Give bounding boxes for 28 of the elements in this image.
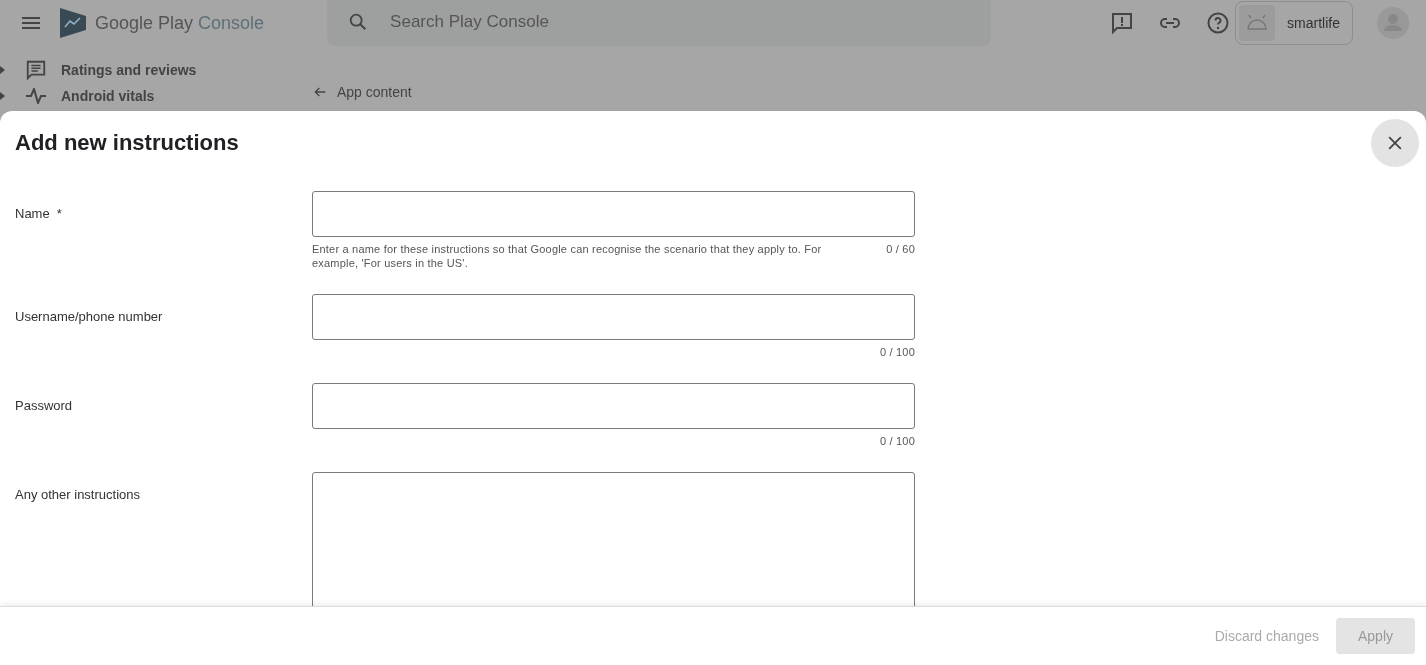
close-button[interactable]	[1371, 119, 1419, 167]
android-icon	[1239, 5, 1276, 41]
account-switcher[interactable]: smartlife	[1235, 1, 1353, 45]
help-icon[interactable]	[1206, 11, 1231, 35]
logo-icon	[59, 7, 87, 39]
sidebar-item[interactable]: Android vitals	[0, 84, 197, 108]
brand-name: Google Play	[95, 12, 194, 34]
character-counter: 0 / 100	[879, 345, 915, 359]
helper-text: Enter a name for these instructions so that Google can recognise the scenario that they apply to. For example, 'For users in the US'.	[312, 242, 823, 270]
required-mark: *	[56, 206, 62, 221]
field-label: Password	[15, 398, 73, 413]
input-field[interactable]	[312, 383, 915, 429]
input-field[interactable]	[312, 294, 915, 340]
sidebar-item[interactable]: Ratings and reviews	[0, 58, 197, 82]
input-field[interactable]	[312, 191, 915, 237]
dialog-title: Add new instructions	[15, 130, 239, 156]
field-label: Any other instructions	[15, 487, 140, 502]
feedback-icon[interactable]	[1110, 11, 1135, 35]
pulse-icon	[25, 88, 47, 104]
character-counter: 0 / 100	[879, 434, 915, 448]
search-field[interactable]: Search Play Console	[327, 0, 992, 46]
search-input[interactable]: Search Play Console	[388, 11, 793, 33]
field-label: Name	[15, 206, 50, 221]
character-counter: 0 / 60	[886, 242, 915, 257]
back-link[interactable]: App content	[312, 84, 412, 100]
field-label: Username/phone number	[15, 309, 163, 324]
product-name: Console	[198, 12, 265, 34]
comment-icon	[25, 59, 47, 81]
